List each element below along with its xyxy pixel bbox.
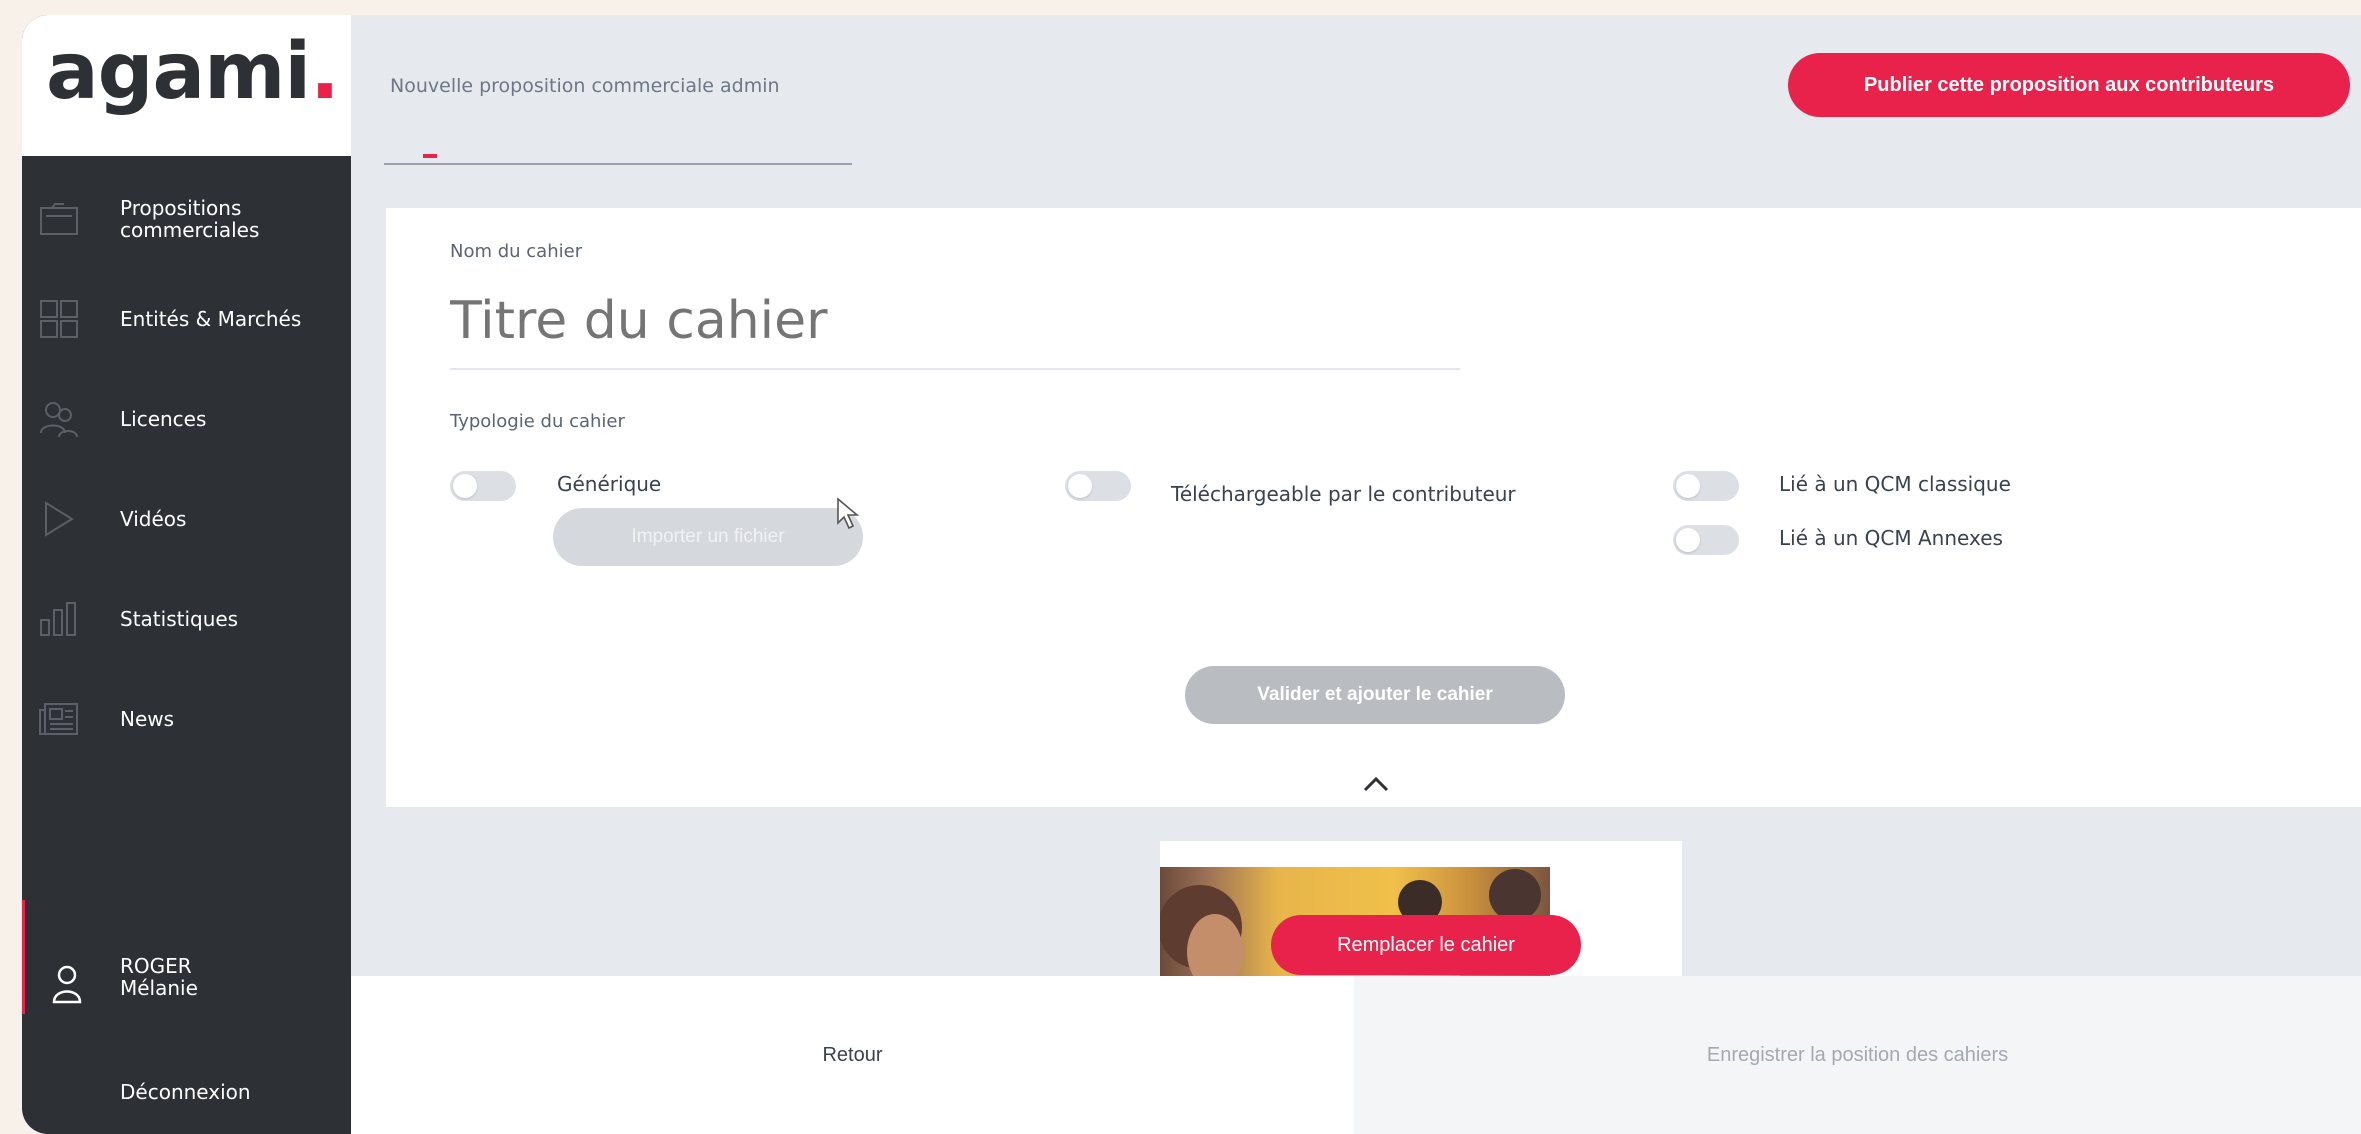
- import-file-button[interactable]: Importer un fichier: [553, 508, 863, 566]
- back-button[interactable]: Retour: [351, 1015, 1354, 1095]
- toggle-label-telechargeable: Téléchargeable par le contributeur: [1171, 482, 1516, 506]
- sidebar: agami. Propositions commerciales Entités…: [22, 15, 351, 1134]
- toggle-knob: [453, 474, 477, 498]
- sidebar-item-label: Licences: [120, 407, 207, 431]
- tab-active-marker: [423, 154, 437, 158]
- sidebar-item-label: Statistiques: [120, 607, 239, 631]
- logout-link[interactable]: Déconnexion: [120, 1080, 251, 1104]
- newspaper-icon: [36, 696, 82, 742]
- sidebar-item-propositions[interactable]: Propositions commerciales: [22, 174, 351, 264]
- chevron-up-icon[interactable]: [1362, 775, 1390, 797]
- sidebar-item-videos[interactable]: Vidéos: [22, 474, 351, 564]
- toggle-label-qcm-classique: Lié à un QCM classique: [1779, 472, 2011, 496]
- save-positions-button[interactable]: Enregistrer la position des cahiers: [1354, 1015, 2361, 1095]
- tab-underline: [384, 163, 852, 165]
- sidebar-item-label: Vidéos: [120, 507, 187, 531]
- toggle-telechargeable[interactable]: [1065, 471, 1131, 501]
- sidebar-item-statistiques[interactable]: Statistiques: [22, 574, 351, 664]
- mouse-cursor-icon: [836, 497, 862, 535]
- user-profile[interactable]: ROGER Mélanie: [22, 955, 351, 1025]
- notebook-name-label: Nom du cahier: [450, 241, 583, 262]
- bar-chart-icon: [36, 596, 82, 642]
- validate-add-notebook-button[interactable]: Valider et ajouter le cahier: [1185, 666, 1565, 724]
- play-icon: [36, 496, 82, 542]
- toggle-generique[interactable]: [450, 471, 516, 501]
- toggle-qcm-classique[interactable]: [1673, 471, 1739, 501]
- typology-label: Typologie du cahier: [450, 411, 625, 432]
- sidebar-item-licences[interactable]: Licences: [22, 374, 351, 464]
- grid-icon: [36, 296, 82, 342]
- title-underline: [450, 368, 1460, 370]
- user-icon: [44, 961, 90, 1007]
- sidebar-item-entites[interactable]: Entités & Marchés: [22, 274, 351, 364]
- toggle-qcm-annexes[interactable]: [1673, 525, 1739, 555]
- users-icon: [36, 396, 82, 442]
- toggle-knob: [1676, 528, 1700, 552]
- publish-button[interactable]: Publier cette proposition aux contribute…: [1788, 53, 2350, 117]
- sidebar-item-news[interactable]: News: [22, 674, 351, 764]
- sidebar-item-label: Propositions commerciales: [120, 196, 260, 242]
- notebook-title-input[interactable]: [450, 281, 1450, 361]
- user-name: ROGER Mélanie: [120, 954, 198, 1000]
- sidebar-item-label: Entités & Marchés: [120, 307, 302, 331]
- toggle-knob: [1068, 474, 1092, 498]
- logo-area: agami.: [22, 15, 351, 156]
- toggle-knob: [1676, 474, 1700, 498]
- logo[interactable]: agami.: [46, 33, 340, 111]
- app-window: agami. Propositions commerciales Entités…: [22, 15, 2361, 1134]
- sidebar-item-label: News: [120, 707, 175, 731]
- folder-icon: [36, 196, 82, 242]
- page-title: Nouvelle proposition commerciale admin: [390, 75, 780, 97]
- replace-notebook-button[interactable]: Remplacer le cahier: [1271, 915, 1581, 975]
- toggle-label-generique: Générique: [557, 472, 662, 496]
- toggle-label-qcm-annexes: Lié à un QCM Annexes: [1779, 526, 2003, 550]
